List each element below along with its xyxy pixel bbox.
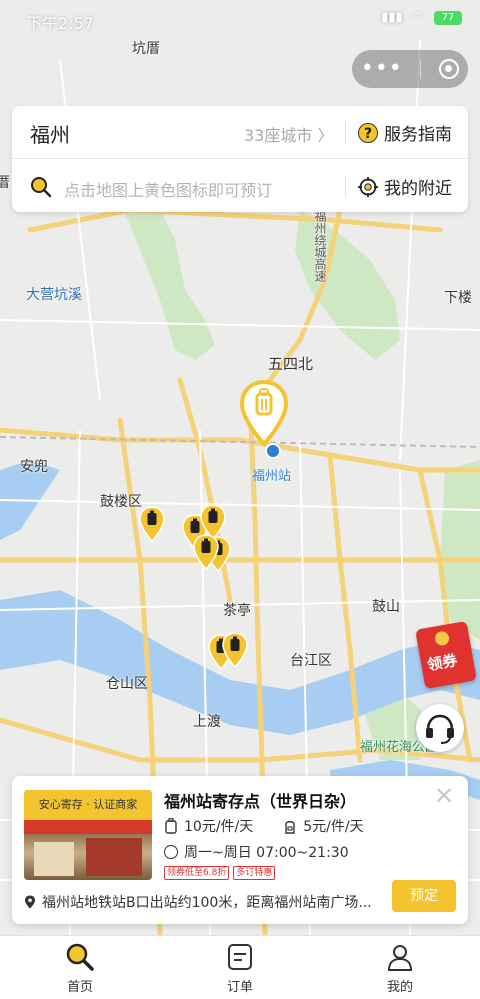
selected-location-pin-icon[interactable] <box>239 379 289 447</box>
search-row: 点击地图上黄色图标即可预订 我的附近 <box>12 159 468 212</box>
map-label-taijiang: 台江区 <box>290 653 332 669</box>
map-label-gushan: 鼓山 <box>372 599 400 615</box>
shop-name: 福州站寄存点（世界日杂） <box>164 792 357 811</box>
city-count-link[interactable]: 33座城市 〉 <box>244 122 333 146</box>
coupon-label: 领券 <box>425 651 459 675</box>
map-label-road: 福州绕城高速 <box>313 210 327 282</box>
map-label-left-edge: 厝 <box>0 175 10 191</box>
nearby-label: 我的附近 <box>384 179 452 199</box>
more-dots-icon[interactable]: ••• <box>361 58 403 80</box>
locate-icon <box>358 176 378 197</box>
status-icons: ▮▮▮ ◠ 77 <box>381 10 462 25</box>
storefront-door <box>86 838 142 876</box>
map-label-fuzhou-station: 福州站 <box>252 469 292 484</box>
wifi-icon: ◠ <box>412 10 424 25</box>
search-input[interactable]: 点击地图上黄色图标即可预订 <box>64 177 272 201</box>
hours-row: 周一~周日 07:00~21:30 <box>164 842 349 862</box>
suitcase-icon <box>165 818 177 834</box>
tab-bar: 首页 订单 我的 <box>0 935 480 999</box>
customer-service-button[interactable] <box>416 704 464 752</box>
battery-icon: 77 <box>434 10 462 25</box>
storefront-sign <box>24 820 152 834</box>
map-label-dayingkengxi: 大营坑溪 <box>26 287 82 303</box>
tab-profile[interactable]: 我的 <box>320 936 480 999</box>
map-label-wusibei: 五四北 <box>268 355 314 373</box>
search-card: 福州 33座城市 〉 ? 服务指南 点击地图上黄色图标即可预订 我的附近 <box>12 106 468 212</box>
question-icon: ? <box>358 122 378 143</box>
tab-home-label: 首页 <box>66 980 93 995</box>
address-row: 福州站地铁站B口出站约100米，距离福州站南广场... <box>24 892 372 912</box>
mini-program-capsule[interactable]: ••• <box>352 50 468 88</box>
promo-badge-discount: 领券低至6.8折 <box>164 866 230 880</box>
shop-card[interactable]: 安心寄存 · 认证商家 福州站寄存点（世界日杂） ✕ 10元/件/天 5元/件/… <box>12 776 468 924</box>
storage-pin-icon[interactable] <box>139 506 165 543</box>
tab-home[interactable]: 首页 <box>0 936 160 999</box>
shop-photo: 安心寄存 · 认证商家 <box>24 790 152 880</box>
close-target-icon[interactable] <box>439 59 460 79</box>
coupon-seal-icon <box>433 630 451 647</box>
tab-orders[interactable]: 订单 <box>160 936 320 999</box>
map-label-cangshan: 仓山区 <box>106 676 148 692</box>
storefront-window <box>34 842 74 876</box>
tab-orders-label: 订单 <box>226 980 253 995</box>
promo-badges: 领券低至6.8折 多订特惠 <box>164 866 276 880</box>
storage-pin-icon[interactable] <box>193 534 219 571</box>
price-small-luggage: 5元/件/天 <box>303 819 364 835</box>
map-label-chating: 茶亭 <box>223 603 251 619</box>
promo-badge-multi: 多订特惠 <box>233 866 276 880</box>
status-bar: 下午2:57 ▮▮▮ ◠ 77 <box>0 0 480 40</box>
headset-icon <box>426 714 454 744</box>
divider <box>345 122 346 144</box>
close-icon[interactable]: ✕ <box>434 784 454 808</box>
city-row: 福州 33座城市 〉 ? 服务指南 <box>12 106 468 159</box>
search-icon <box>66 943 94 971</box>
signal-icon: ▮▮▮ <box>381 10 403 25</box>
shop-address: 福州站地铁站B口出站约100米，距离福州站南广场... <box>42 895 372 911</box>
storage-pin-icon[interactable] <box>222 632 248 669</box>
map-label-anmian: 安兜 <box>20 459 48 475</box>
location-pin-icon <box>25 895 35 909</box>
opening-hours: 周一~周日 07:00~21:30 <box>184 845 349 861</box>
clock-icon <box>164 845 178 859</box>
divider <box>345 175 346 197</box>
map-label-xialou: 下楼 <box>444 290 472 306</box>
map-label-kengcuo: 坑厝 <box>132 41 160 57</box>
map-label-gulou: 鼓楼区 <box>100 494 142 510</box>
verified-tag: 安心寄存 · 认证商家 <box>24 790 152 820</box>
user-icon <box>387 945 413 971</box>
capsule-divider <box>420 59 422 79</box>
service-guide-button[interactable]: ? 服务指南 <box>358 120 452 145</box>
status-time: 下午2:57 <box>26 14 94 33</box>
map-label-shangdu: 上渡 <box>193 714 221 730</box>
coupon-button[interactable]: 领券 <box>415 620 477 690</box>
backpack-icon <box>285 821 295 834</box>
city-count-label: 33座城市 <box>244 126 313 145</box>
chevron-right-icon: 〉 <box>317 126 334 145</box>
price-row: 10元/件/天 5元/件/天 <box>164 816 364 836</box>
order-icon <box>228 944 252 970</box>
search-icon <box>31 177 52 198</box>
service-guide-label: 服务指南 <box>384 125 452 145</box>
book-button[interactable]: 预定 <box>392 880 456 912</box>
city-name[interactable]: 福州 <box>30 119 70 148</box>
nearby-button[interactable]: 我的附近 <box>358 174 452 199</box>
price-large-luggage: 10元/件/天 <box>184 819 254 835</box>
tab-profile-label: 我的 <box>386 980 413 995</box>
